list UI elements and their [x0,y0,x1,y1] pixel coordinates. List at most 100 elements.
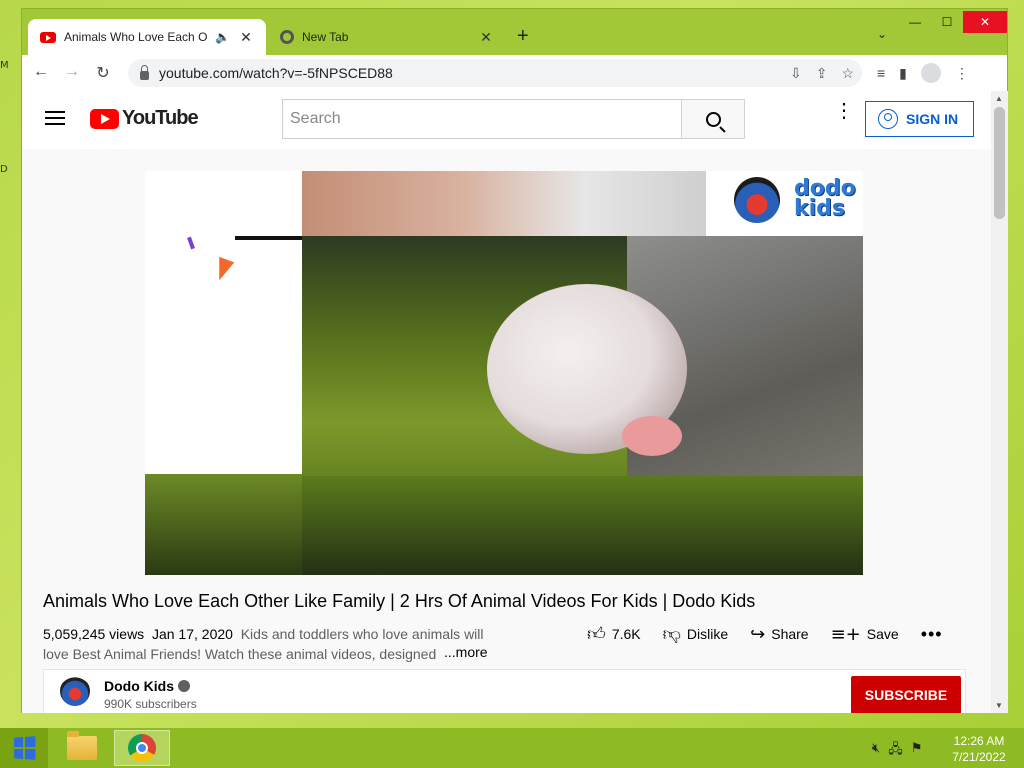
side-panel-icon[interactable]: ▮ [899,65,907,82]
windows-logo-icon [14,736,36,760]
dodo-kids-logo-text: dodo kids [794,176,856,221]
youtube-favicon-icon [40,31,56,43]
carrot-shape [211,256,235,284]
dodo-bird-logo [734,177,780,223]
like-count: 7.6K [611,626,641,642]
file-explorer-taskbar-button[interactable] [54,730,110,766]
playlist-add-icon: ≡+ [830,623,861,645]
youtube-header: YouTube Search ⋮ SIGN IN [22,91,991,149]
channel-name[interactable]: Dodo Kids [104,678,190,694]
channel-row: Dodo Kids 990K subscribers SUBSCRIBE [43,669,966,713]
video-grass-left [145,474,302,575]
scroll-up-icon[interactable]: ▲ [995,94,1003,103]
tab-title: Animals Who Love Each Other Like Family [64,30,208,44]
hamburger-menu-icon[interactable] [45,111,65,125]
chrome-favicon-icon [280,30,294,44]
upload-date: Jan 17, 2020 [151,626,233,642]
taskbar: 🔇︎ 🖧 ⚑ 12:26 AM 7/21/2022 [0,728,1024,768]
search-input[interactable]: Search [282,99,682,139]
browser-toolbar: ← → ↻ youtube.com/watch?v=-5fNPSCED88 ⇩ … [22,55,1007,91]
network-icon[interactable]: 🖧 [888,740,903,762]
more-link[interactable]: ...more [444,644,488,660]
tab-title: New Tab [302,30,349,44]
video-scene [297,236,863,575]
clock[interactable]: 12:26 AM 7/21/2022 [944,733,1014,765]
like-button[interactable]: 👍︎ 7.6K [587,623,641,645]
subscriber-count: 990K subscribers [104,697,197,711]
view-count: 5,059,245 views [43,626,145,642]
reload-icon[interactable]: ↻ [89,63,117,83]
title-bar: Animals Who Love Each Other Like Family … [22,9,1007,55]
youtube-logo-text: YouTube [122,107,199,129]
subscribe-button[interactable]: SUBSCRIBE [851,676,961,713]
browser-window: Animals Who Love Each Other Like Family … [21,8,1008,713]
chrome-taskbar-button[interactable] [114,730,170,766]
chrome-menu-icon[interactable]: ⋮ [955,65,969,82]
search-icon [705,111,721,127]
folder-icon [67,731,97,760]
volume-muted-icon[interactable]: 🔇︎ [872,740,880,762]
video-divider-line [235,236,302,240]
tab-new-tab[interactable]: New Tab ✕ [268,19,506,55]
url-text: youtube.com/watch?v=-5fNPSCED88 [159,65,393,81]
video-piglet-snout [622,416,682,456]
dislike-button[interactable]: 👎︎ Dislike [663,623,729,645]
video-title: Animals Who Love Each Other Like Family … [43,591,756,611]
sign-in-button[interactable]: SIGN IN [865,101,974,137]
new-tab-plus-icon[interactable]: + [517,25,529,48]
start-button[interactable] [0,728,48,768]
channel-avatar[interactable] [60,676,90,706]
sign-in-label: SIGN IN [906,111,959,127]
scroll-down-icon[interactable]: ▼ [995,701,1003,710]
minimize-icon[interactable]: — [899,11,931,33]
thumbs-down-icon: 👎︎ [662,624,681,645]
clock-date: 7/21/2022 [952,750,1006,764]
address-bar[interactable]: youtube.com/watch?v=-5fNPSCED88 ⇩ ⇪ ☆ [128,59,862,87]
more-actions-icon[interactable]: ••• [921,624,943,645]
media-queue-icon[interactable]: ≡ [877,65,885,81]
settings-kebab-icon[interactable]: ⋮ [834,101,854,121]
youtube-logo[interactable]: YouTube [90,107,199,130]
bookmark-star-icon[interactable]: ☆ [841,65,854,82]
system-tray: 🔇︎ 🖧 ⚑ [872,740,922,762]
verified-badge-icon [178,680,190,692]
close-tab-icon[interactable]: ✕ [478,29,494,46]
video-description[interactable]: 5,059,245 views Jan 17, 2020 Kids and to… [43,624,493,664]
maximize-icon[interactable]: ☐ [931,11,963,33]
tab-search-chevron-icon[interactable]: ⌄ [877,27,887,41]
video-grass [297,476,863,575]
video-actions: 👍︎ 7.6K 👎︎ Dislike ↪ Share ≡+ Save ••• [587,623,965,646]
desktop-icon-label-fragment: D [0,164,8,175]
tab-youtube[interactable]: Animals Who Love Each Other Like Family … [28,19,266,55]
save-label: Save [866,626,899,642]
desktop-icon-label-fragment: M [0,60,9,71]
sparkle-shape [187,236,195,250]
video-frame-top [302,171,706,236]
share-arrow-icon: ↪ [750,623,766,645]
action-center-icon[interactable]: ⚑ [911,740,923,762]
youtube-play-icon [90,108,119,129]
search-button[interactable] [681,99,745,139]
share-label: Share [771,626,809,642]
clock-time: 12:26 AM [953,734,1005,748]
close-tab-icon[interactable]: ✕ [238,29,254,46]
share-page-icon[interactable]: ⇪ [816,65,828,82]
install-icon[interactable]: ⇩ [790,65,802,82]
thumbs-up-icon: 👍︎ [587,624,606,645]
youtube-page: YouTube Search ⋮ SIGN IN dodo kids Anima… [22,91,991,713]
page-scrollbar[interactable]: ▲ ▼ [991,91,1008,713]
dislike-label: Dislike [686,626,729,642]
account-icon [878,109,898,129]
close-window-icon[interactable]: ✕ [963,11,1007,33]
video-white-overlay [145,171,302,474]
back-arrow-icon[interactable]: ← [27,63,55,83]
profile-avatar-icon[interactable] [920,63,941,83]
scrollbar-thumb[interactable] [994,107,1005,219]
video-player[interactable]: dodo kids [145,171,863,575]
share-button[interactable]: ↪ Share [750,624,808,645]
chrome-icon [128,734,156,762]
dodo-kids-watermark: dodo kids [706,171,863,236]
save-button[interactable]: ≡+ Save [831,624,899,645]
speaker-icon[interactable]: 🔈 [215,30,230,44]
forward-arrow-icon[interactable]: → [58,63,86,83]
